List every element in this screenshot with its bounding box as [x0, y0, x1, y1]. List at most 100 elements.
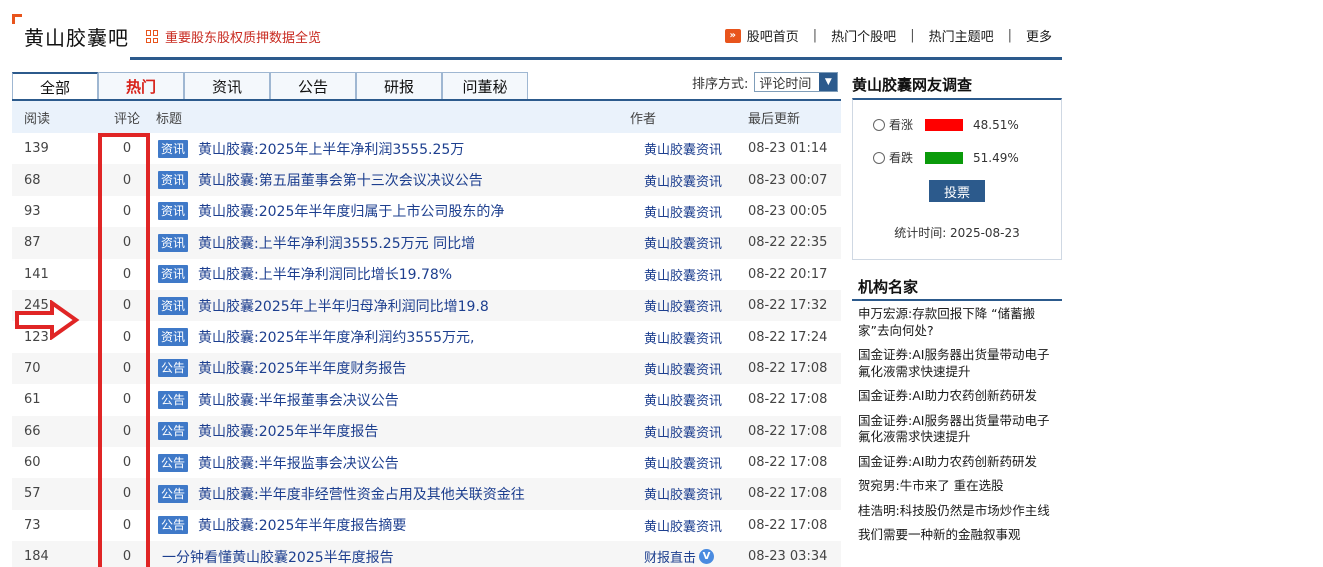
category-tag[interactable]: 资讯 [158, 265, 189, 284]
post-updated-time: 08-22 17:08 [748, 455, 828, 471]
vote-up-percent: 48.51% [973, 117, 1019, 132]
institutions-divider [852, 299, 1062, 301]
post-title-link[interactable]: 黄山胶囊:2025年半年度报告摘要 [198, 515, 406, 535]
post-title-link[interactable]: 黄山胶囊:2025年半年度归属于上市公司股东的净 [198, 201, 504, 221]
institution-article-link[interactable]: 国金证券:AI助力农药创新药研发 [858, 388, 1058, 405]
post-author-link[interactable]: 黄山胶囊资讯 [644, 171, 722, 190]
post-title-link[interactable]: 黄山胶囊:上半年净利润同比增长19.78% [198, 264, 452, 284]
table-row: 184 0 一分钟看懂黄山胶囊2025半年度报告 财报直击 V 08-23 03:34 [12, 541, 841, 567]
post-title-cell: 公告 黄山胶囊:2025年半年度报告 [156, 421, 630, 441]
category-tag[interactable]: 公告 [158, 359, 189, 378]
institution-article-link[interactable]: 贺宛男:牛市来了 重在选股 [858, 478, 1058, 495]
post-author-link[interactable]: 黄山胶囊资讯 [644, 328, 722, 347]
category-tag[interactable]: 公告 [158, 484, 189, 503]
post-author-cell: 黄山胶囊资讯 [630, 422, 748, 441]
category-tag[interactable]: 资讯 [158, 328, 189, 347]
tab-hot[interactable]: 热门 [98, 72, 184, 100]
post-author-cell: 黄山胶囊资讯 [630, 453, 748, 472]
post-title-link[interactable]: 黄山胶囊:半年度非经营性资金占用及其他关联资金往 [198, 484, 525, 504]
pledge-data-link[interactable]: 重要股东股权质押数据全览 [146, 27, 321, 46]
survey-title: 黄山胶囊网友调查 [852, 76, 973, 94]
vote-down-label: 看跌 [889, 151, 914, 165]
read-count: 66 [24, 423, 41, 439]
radio-down[interactable] [873, 151, 885, 164]
institution-article-link[interactable]: 我们需要一种新的金融叙事观 [858, 527, 1058, 544]
post-updated-time: 08-23 03:34 [748, 549, 828, 565]
nav-hot-topics[interactable]: 热门主题吧 [929, 26, 994, 45]
category-tag[interactable]: 公告 [158, 516, 189, 535]
col-author: 作者 [630, 111, 657, 127]
post-author-link[interactable]: 黄山胶囊资讯 [644, 139, 722, 158]
nav-hot-stocks[interactable]: 热门个股吧 [831, 26, 896, 45]
post-updated-time: 08-22 17:08 [748, 392, 828, 408]
post-updated-time: 08-23 00:05 [748, 203, 828, 219]
institution-article-link[interactable]: 国金证券:AI服务器出货量带动电子氟化液需求快速提升 [858, 347, 1058, 380]
post-author-link[interactable]: 黄山胶囊资讯 [644, 516, 722, 535]
institution-article-link[interactable]: 国金证券:AI服务器出货量带动电子氟化液需求快速提升 [858, 413, 1058, 446]
post-title-cell: 资讯 黄山胶囊:2025年上半年净利润3555.25万 [156, 139, 630, 159]
post-title-cell: 公告 黄山胶囊:半年度非经营性资金占用及其他关联资金往 [156, 484, 630, 504]
post-author-link[interactable]: 黄山胶囊资讯 [644, 453, 722, 472]
category-tag[interactable]: 公告 [158, 453, 189, 472]
category-tag[interactable]: 资讯 [158, 202, 189, 221]
category-tag[interactable]: 资讯 [158, 233, 189, 252]
post-author-link[interactable]: 黄山胶囊资讯 [644, 202, 722, 221]
institution-article-link[interactable]: 申万宏源:存款回报下降 “储蓄搬家”去向何处? [858, 306, 1058, 339]
category-tag[interactable]: 资讯 [158, 296, 189, 315]
bar-title[interactable]: 黄山胶囊吧 [24, 22, 129, 51]
post-title-link[interactable]: 黄山胶囊:2025年半年度财务报告 [198, 358, 406, 378]
category-tag[interactable]: 公告 [158, 390, 189, 409]
post-title-link[interactable]: 黄山胶囊:2025年半年度报告 [198, 421, 378, 441]
post-author-link[interactable]: 财报直击 [644, 547, 696, 566]
institutions-title: 机构名家 [858, 278, 919, 296]
nav-guba-home[interactable]: 股吧首页 [747, 26, 799, 45]
category-tag[interactable]: 资讯 [158, 171, 189, 190]
tab-news[interactable]: 资讯 [184, 72, 270, 100]
post-author-link[interactable]: 黄山胶囊资讯 [644, 296, 722, 315]
vote-option-down[interactable]: 看跌 51.49% [873, 149, 1019, 166]
post-list: 阅读 评论 标题 作者 最后更新 139 0 资讯 黄山胶囊:2025年上半年净利润3… [12, 101, 841, 567]
pledge-link-label: 重要股东股权质押数据全览 [165, 31, 322, 46]
sort-select[interactable]: 评论时间 ▼ [754, 72, 839, 92]
post-updated-time: 08-22 20:17 [748, 266, 828, 282]
post-title-link[interactable]: 黄山胶囊:上半年净利润3555.25万元 同比增 [198, 233, 475, 253]
post-title-link[interactable]: 黄山胶囊:半年报董事会决议公告 [198, 390, 399, 410]
post-title-link[interactable]: 黄山胶囊:第五届董事会第十三次会议决议公告 [198, 170, 483, 190]
nav-more[interactable]: 更多 [1026, 26, 1052, 45]
vote-option-up[interactable]: 看涨 48.51% [873, 116, 1019, 133]
post-author-link[interactable]: 黄山胶囊资讯 [644, 359, 722, 378]
vote-down-bar [925, 151, 964, 164]
post-author-link[interactable]: 黄山胶囊资讯 [644, 265, 722, 284]
vote-button[interactable]: 投票 [929, 180, 985, 202]
post-author-link[interactable]: 黄山胶囊资讯 [644, 422, 722, 441]
tab-research[interactable]: 研报 [356, 72, 442, 100]
post-title-link[interactable]: 一分钟看懂黄山胶囊2025半年度报告 [162, 547, 394, 567]
guba-home-icon: » [724, 28, 741, 43]
post-title-link[interactable]: 黄山胶囊:半年报监事会决议公告 [198, 453, 399, 473]
post-updated-time: 08-22 17:08 [748, 486, 828, 502]
category-tag[interactable]: 公告 [158, 422, 189, 441]
post-title-link[interactable]: 黄山胶囊2025年上半年归母净利润同比增19.8 [198, 296, 489, 316]
radio-up[interactable] [873, 118, 885, 131]
table-row: 68 0 资讯 黄山胶囊:第五届董事会第十三次会议决议公告 黄山胶囊资讯 08-23 00… [12, 164, 841, 196]
read-count: 73 [24, 517, 41, 533]
post-title-cell: 一分钟看懂黄山胶囊2025半年度报告 [156, 547, 630, 567]
tab-all[interactable]: 全部 [12, 72, 98, 100]
institution-article-link[interactable]: 国金证券:AI助力农药创新药研发 [858, 454, 1058, 471]
tab-ask-secretary[interactable]: 问董秘 [442, 72, 528, 100]
institution-article-link[interactable]: 桂浩明:科技股仍然是市场炒作主线 [858, 503, 1058, 520]
category-tag[interactable]: 资讯 [158, 139, 189, 158]
post-author-link[interactable]: 黄山胶囊资讯 [644, 484, 722, 503]
post-author-link[interactable]: 黄山胶囊资讯 [644, 390, 722, 409]
post-updated-time: 08-22 17:32 [748, 298, 828, 314]
post-title-link[interactable]: 黄山胶囊:2025年半年度净利润约3555万元, [198, 327, 474, 347]
vote-down-percent: 51.49% [973, 150, 1019, 165]
tab-announcements[interactable]: 公告 [270, 72, 356, 100]
chevron-down-icon[interactable]: ▼ [819, 73, 838, 91]
post-author-link[interactable]: 黄山胶囊资讯 [644, 233, 722, 252]
table-row: 87 0 资讯 黄山胶囊:上半年净利润3555.25万元 同比增 黄山胶囊资讯 08-22… [12, 227, 841, 259]
header-divider [130, 57, 1062, 60]
post-title-link[interactable]: 黄山胶囊:2025年上半年净利润3555.25万 [198, 139, 464, 159]
col-title: 标题 [156, 111, 183, 127]
comment-count: 0 [122, 203, 132, 219]
